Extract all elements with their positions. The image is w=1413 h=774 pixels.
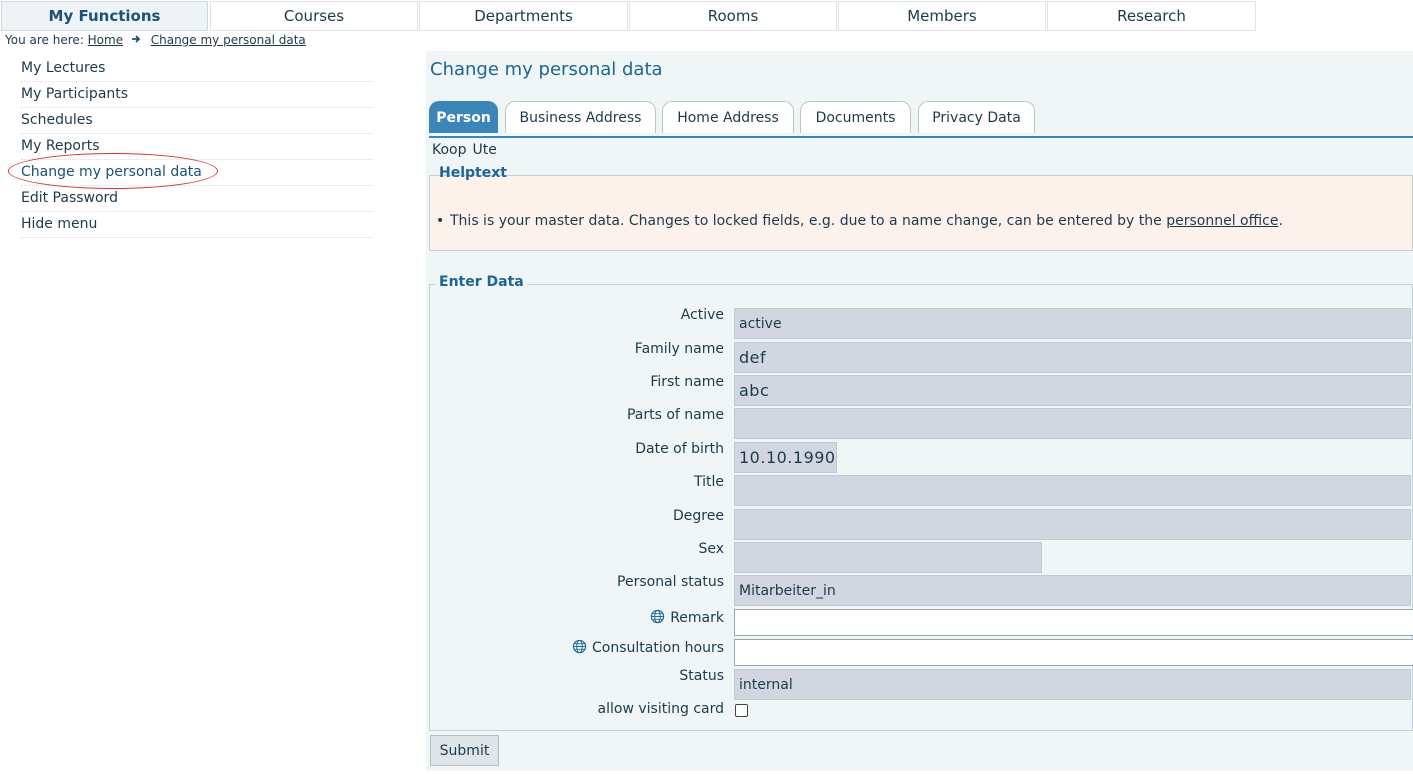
consultation-hours-label-group: Consultation hours bbox=[572, 639, 724, 656]
helptext-end: . bbox=[1278, 213, 1283, 229]
first-name-label: First name bbox=[650, 374, 724, 390]
person-first-name: Ute bbox=[472, 142, 497, 158]
active-label: Active bbox=[680, 307, 724, 323]
title-field bbox=[734, 475, 1411, 506]
family-name-label: Family name bbox=[634, 341, 724, 357]
degree-label: Degree bbox=[673, 508, 724, 524]
sidebar-item-hide-menu[interactable]: Hide menu bbox=[21, 212, 373, 238]
sidebar-item-schedules[interactable]: Schedules bbox=[21, 108, 373, 134]
enter-data-legend: Enter Data bbox=[436, 274, 527, 290]
sidebar-item-change-personal-data[interactable]: Change my personal data bbox=[21, 160, 373, 186]
main-panel: Change my personal data Person Business … bbox=[426, 51, 1413, 771]
page-title: Change my personal data bbox=[430, 59, 663, 80]
consultation-hours-input[interactable] bbox=[734, 639, 1413, 666]
breadcrumb-home-link[interactable]: Home bbox=[88, 33, 123, 47]
top-navigation: My Functions Courses Departments Rooms M… bbox=[0, 0, 1413, 31]
date-of-birth-field: 10.10.1990 bbox=[734, 442, 837, 473]
topnav-rooms[interactable]: Rooms bbox=[629, 1, 837, 31]
tab-person[interactable]: Person bbox=[429, 101, 498, 133]
helptext-text: This is your master data. Changes to loc… bbox=[450, 213, 1167, 229]
globe-icon[interactable] bbox=[572, 639, 587, 654]
sidebar-item-my-reports[interactable]: My Reports bbox=[21, 134, 373, 160]
topnav-members[interactable]: Members bbox=[838, 1, 1046, 31]
helptext-item: This is your master data. Changes to loc… bbox=[436, 213, 1283, 229]
sex-field bbox=[734, 542, 1042, 573]
consultation-hours-label: Consultation hours bbox=[592, 640, 724, 656]
allow-visiting-card-label: allow visiting card bbox=[597, 701, 724, 717]
globe-icon[interactable] bbox=[650, 609, 665, 624]
submit-button[interactable]: Submit bbox=[430, 735, 499, 766]
helptext-box: Helptext This is your master data. Chang… bbox=[429, 165, 1413, 251]
allow-visiting-card-checkbox[interactable] bbox=[735, 704, 748, 717]
remark-input[interactable] bbox=[734, 609, 1413, 636]
sidebar-item-my-lectures[interactable]: My Lectures bbox=[21, 56, 373, 82]
degree-field bbox=[734, 509, 1411, 540]
sidebar-item-edit-password[interactable]: Edit Password bbox=[21, 186, 373, 212]
breadcrumb-current-link[interactable]: Change my personal data bbox=[151, 33, 306, 47]
breadcrumb: You are here: Home Change my personal da… bbox=[5, 33, 306, 47]
active-field: active bbox=[734, 308, 1411, 339]
person-name: Koop Ute bbox=[432, 142, 503, 158]
arrow-right-icon bbox=[131, 33, 141, 47]
tab-privacy-data[interactable]: Privacy Data bbox=[918, 101, 1035, 133]
tab-home-address[interactable]: Home Address bbox=[662, 101, 794, 133]
status-field: internal bbox=[734, 669, 1411, 700]
tab-documents[interactable]: Documents bbox=[800, 101, 911, 133]
breadcrumb-prefix: You are here: bbox=[5, 33, 84, 47]
date-of-birth-label: Date of birth bbox=[635, 441, 724, 457]
tab-bar: Person Business Address Home Address Doc… bbox=[429, 101, 1413, 133]
enter-data-form: Enter Data Active active Family name def… bbox=[429, 274, 1413, 731]
personnel-office-link[interactable]: personnel office bbox=[1166, 213, 1278, 229]
personal-status-label: Personal status bbox=[617, 574, 724, 590]
helptext-legend: Helptext bbox=[439, 165, 507, 181]
topnav-courses[interactable]: Courses bbox=[210, 1, 418, 31]
topnav-my-functions[interactable]: My Functions bbox=[1, 1, 208, 31]
topnav-departments[interactable]: Departments bbox=[419, 1, 628, 31]
parts-of-name-field bbox=[734, 408, 1411, 439]
family-name-field: def bbox=[734, 342, 1411, 373]
person-last-name: Koop bbox=[432, 142, 467, 158]
status-label: Status bbox=[679, 668, 724, 684]
sex-label: Sex bbox=[698, 541, 724, 557]
tab-business-address[interactable]: Business Address bbox=[505, 101, 656, 133]
remark-label-group: Remark bbox=[650, 609, 724, 626]
sidebar-item-my-participants[interactable]: My Participants bbox=[21, 82, 373, 108]
topnav-research[interactable]: Research bbox=[1047, 1, 1256, 31]
tab-underline bbox=[429, 136, 1413, 138]
parts-of-name-label: Parts of name bbox=[626, 407, 724, 423]
sidebar-menu: My Lectures My Participants Schedules My… bbox=[21, 56, 373, 238]
first-name-field: abc bbox=[734, 375, 1411, 406]
title-label: Title bbox=[693, 474, 724, 490]
personal-status-field: Mitarbeiter_in bbox=[734, 575, 1411, 606]
remark-label: Remark bbox=[670, 610, 724, 626]
